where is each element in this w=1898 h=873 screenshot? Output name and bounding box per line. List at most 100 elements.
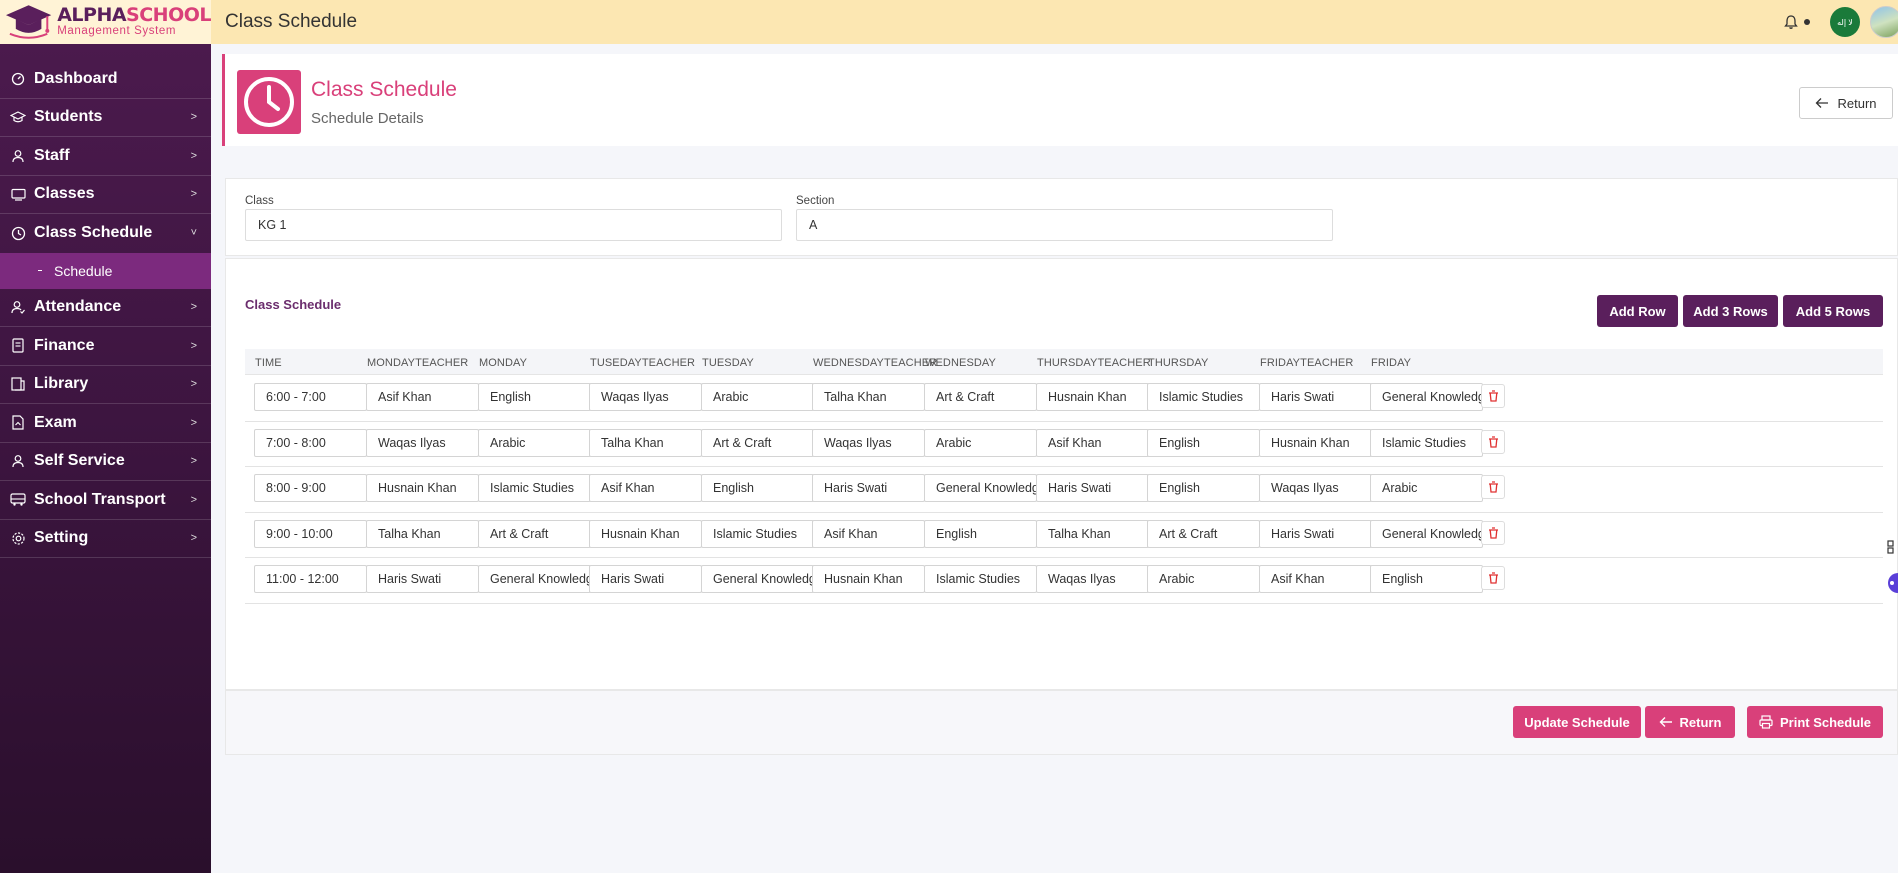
time-input[interactable]: 9:00 - 10:00 <box>254 519 367 548</box>
teacher-input[interactable]: Haris Swati <box>1259 519 1372 548</box>
class-field[interactable]: KG 1 <box>245 209 782 241</box>
subject-input[interactable]: Islamic Studies <box>924 565 1037 594</box>
sidebar-item-staff[interactable]: Staff > <box>0 137 211 176</box>
column-header: TIME <box>255 357 282 369</box>
sidebar-item-library[interactable]: Library > <box>0 366 211 404</box>
time-input[interactable]: 11:00 - 12:00 <box>254 565 367 594</box>
teacher-input[interactable]: Talha Khan <box>812 383 925 411</box>
teacher-input[interactable]: Waqas Ilyas <box>366 428 479 457</box>
delete-row-button[interactable] <box>1481 475 1505 500</box>
time-input[interactable]: 6:00 - 7:00 <box>254 383 367 411</box>
subject-input[interactable]: English <box>1147 474 1260 503</box>
sidebar-item-label: Setting <box>34 529 89 547</box>
teacher-input[interactable]: Waqas Ilyas <box>1259 474 1372 503</box>
column-header: WEDNESDAY <box>925 357 996 369</box>
subject-input[interactable]: Islamic Studies <box>478 474 591 503</box>
subject-input[interactable]: English <box>924 519 1037 548</box>
teacher-input[interactable]: Waqas Ilyas <box>1036 565 1149 594</box>
time-input[interactable]: 7:00 - 8:00 <box>254 428 367 457</box>
add-row-button[interactable]: Add Row <box>1597 295 1678 327</box>
graduation-cap-icon <box>10 109 26 125</box>
subject-input[interactable]: Art & Craft <box>924 383 1037 411</box>
time-input[interactable]: 8:00 - 9:00 <box>254 474 367 503</box>
delete-row-button[interactable] <box>1481 384 1505 408</box>
subject-input[interactable]: Islamic Studies <box>1370 428 1483 457</box>
subject-input[interactable]: Arabic <box>924 428 1037 457</box>
teacher-input[interactable]: Waqas Ilyas <box>812 428 925 457</box>
sidebar-item-students[interactable]: Students > <box>0 99 211 137</box>
subject-input[interactable]: Arabic <box>478 428 591 457</box>
sidebar-item-class-schedule[interactable]: Class Schedule ˅ <box>0 214 211 253</box>
subject-input[interactable]: General Knowledge <box>924 474 1037 503</box>
table-row: 7:00 - 8:00 Waqas Ilyas Arabic Talha Khan Ar… <box>245 422 1883 468</box>
subject-input[interactable]: English <box>478 383 591 411</box>
subject-input[interactable]: General Knowledge <box>701 565 814 594</box>
teacher-input[interactable]: Talha Khan <box>589 428 702 457</box>
column-header: FRIDAYTEACHER <box>1260 357 1354 369</box>
subject-input[interactable]: English <box>1370 565 1483 594</box>
teacher-input[interactable]: Talha Khan <box>1036 519 1149 548</box>
subject-input[interactable]: Islamic Studies <box>1147 383 1260 411</box>
avatar[interactable] <box>1870 6 1898 38</box>
section-field[interactable]: A <box>796 209 1333 241</box>
delete-row-button[interactable] <box>1481 520 1505 545</box>
sidebar-item-label: Class Schedule <box>34 224 153 242</box>
subject-input[interactable]: Islamic Studies <box>701 519 814 548</box>
subject-input[interactable]: Arabic <box>1147 565 1260 594</box>
print-schedule-button[interactable]: Print Schedule <box>1747 706 1883 738</box>
sidebar-item-classes[interactable]: Classes > <box>0 176 211 214</box>
chat-bot-icon[interactable] <box>1884 572 1898 594</box>
sidebar-subitem-schedule[interactable]: Schedule <box>0 252 211 289</box>
delete-row-button[interactable] <box>1481 566 1505 591</box>
return-button[interactable]: Return <box>1799 87 1893 119</box>
teacher-input[interactable]: Husnain Khan <box>589 519 702 548</box>
subject-input[interactable]: Art & Craft <box>478 519 591 548</box>
receipt-icon <box>10 338 26 354</box>
sidebar-item-finance[interactable]: Finance > <box>0 327 211 366</box>
teacher-input[interactable]: Husnain Khan <box>812 565 925 594</box>
sidebar-item-setting[interactable]: Setting > <box>0 520 211 558</box>
update-schedule-button[interactable]: Update Schedule <box>1513 706 1641 738</box>
teacher-input[interactable]: Asif Khan <box>366 383 479 411</box>
teacher-input[interactable]: Asif Khan <box>812 519 925 548</box>
teacher-input[interactable]: Husnain Khan <box>1036 383 1149 411</box>
sidebar-item-exam[interactable]: Exam > <box>0 404 211 443</box>
return-footer-button[interactable]: Return <box>1645 706 1735 738</box>
teacher-input[interactable]: Haris Swati <box>1036 474 1149 503</box>
teacher-input[interactable]: Husnain Khan <box>366 474 479 503</box>
subject-input[interactable]: General Knowledge <box>478 565 591 594</box>
table-row: 9:00 - 10:00 Talha Khan Art & Craft Husnain… <box>245 513 1883 559</box>
teacher-input[interactable]: Haris Swati <box>1259 383 1372 411</box>
table-row: 8:00 - 9:00 Husnain Khan Islamic Studies As… <box>245 467 1883 513</box>
teacher-input[interactable]: Husnain Khan <box>1259 428 1372 457</box>
sidebar-item-school-transport[interactable]: School Transport > <box>0 481 211 520</box>
subject-input[interactable]: Art & Craft <box>1147 519 1260 548</box>
teacher-input[interactable]: Haris Swati <box>589 565 702 594</box>
subject-input[interactable]: Arabic <box>701 383 814 411</box>
teacher-input[interactable]: Haris Swati <box>366 565 479 594</box>
subject-input[interactable]: Arabic <box>1370 474 1483 503</box>
sidebar-item-attendance[interactable]: Attendance > <box>0 289 211 327</box>
page-header-card: Class Schedule Schedule Details Return <box>222 54 1898 146</box>
subject-input[interactable]: General Knowledge <box>1370 383 1483 411</box>
brand-logo[interactable]: ALPHASCHOOL Management System <box>0 0 211 44</box>
teacher-input[interactable]: Asif Khan <box>1259 565 1372 594</box>
teacher-input[interactable]: Waqas Ilyas <box>589 383 702 411</box>
teacher-input[interactable]: Asif Khan <box>1036 428 1149 457</box>
language-flag[interactable]: لا إله <box>1830 7 1860 37</box>
sidebar-item-dashboard[interactable]: Dashboard <box>0 60 211 99</box>
subject-input[interactable]: General Knowledge <box>1370 519 1483 548</box>
teacher-input[interactable]: Asif Khan <box>589 474 702 503</box>
section-label: Section <box>796 195 835 207</box>
subject-input[interactable]: English <box>701 474 814 503</box>
teacher-input[interactable]: Haris Swati <box>812 474 925 503</box>
qr-icon[interactable] <box>1884 540 1898 554</box>
add-5-rows-button[interactable]: Add 5 Rows <box>1783 295 1883 327</box>
bell-icon[interactable] <box>1780 11 1802 33</box>
subject-input[interactable]: English <box>1147 428 1260 457</box>
delete-row-button[interactable] <box>1481 429 1505 454</box>
sidebar-item-self-service[interactable]: Self Service > <box>0 443 211 481</box>
teacher-input[interactable]: Talha Khan <box>366 519 479 548</box>
add-3-rows-button[interactable]: Add 3 Rows <box>1683 295 1778 327</box>
subject-input[interactable]: Art & Craft <box>701 428 814 457</box>
